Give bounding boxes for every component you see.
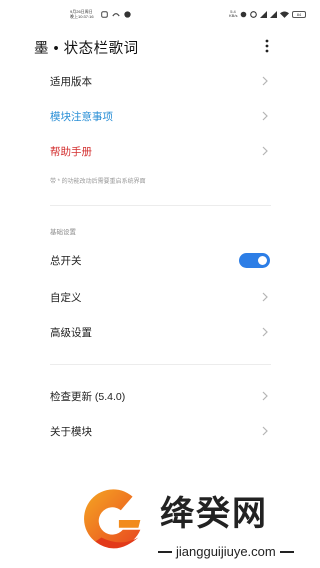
section-header-basic: 基础设置 [50,229,76,236]
app-notify-icon [124,11,131,18]
more-vertical-icon[interactable] [264,39,270,53]
chevron-right-icon [262,146,268,156]
setting-custom[interactable]: 自定义 [0,282,320,312]
chevron-right-icon [262,391,268,401]
section-divider [50,205,271,206]
signal-icon-1 [260,10,267,18]
watermark-logo-icon [84,489,141,549]
setting-label: 总开关 [50,255,82,267]
restart-note: 带 * 的功能改动后需要重启系统界面 [50,179,146,185]
section-divider [50,364,271,365]
status-bar: 9月26日周日 晚上10:37:16 5.4 KB/s 84 [0,0,320,26]
battery-icon: 84 [292,10,306,18]
menu-item-about-module[interactable]: 关于模块 [0,416,320,446]
status-left-icons [101,11,131,18]
chevron-right-icon [262,76,268,86]
setting-master-switch[interactable]: 总开关 [0,245,320,275]
menu-item-label: 帮助手册 [50,146,92,158]
signal-icon-2 [270,10,277,18]
status-date-line2: 晚上10:37:16 [70,14,94,19]
chevron-right-icon [262,327,268,337]
menu-item-label: 模块注意事项 [50,111,113,123]
menu-item-supported-versions[interactable]: 适用版本 [0,66,320,96]
menu-item-help-manual[interactable]: 帮助手册 [0,136,320,166]
watermark: 绛癸网 jiangguijiuye.com [76,476,320,568]
watermark-rule [279,550,294,553]
status-right-icons: 5.4 KB/s 84 [229,10,306,18]
page-title: 墨 • 状态栏歌词 [34,41,139,57]
chevron-right-icon [262,292,268,302]
chevron-right-icon [262,426,268,436]
setting-label: 自定义 [50,292,82,304]
menu-item-label: 检查更新 (5.4.0) [50,391,126,403]
wifi-icon [280,11,289,18]
setting-advanced[interactable]: 高级设置 [0,317,320,347]
dnd-icon [250,10,257,18]
watermark-rule [158,550,172,553]
watermark-url: jiangguijiuye.com [158,544,294,559]
app-bar: 墨 • 状态栏歌词 [0,35,320,59]
watermark-url-text: jiangguijiuye.com [176,544,276,559]
alarm-icon [240,11,247,17]
master-switch-toggle[interactable] [239,253,270,268]
menu-item-label: 关于模块 [50,426,92,438]
net-speed: 5.4 KB/s [229,9,238,18]
hotspot-icon [112,13,120,17]
setting-label: 高级设置 [50,327,92,339]
chevron-right-icon [262,111,268,121]
status-date: 9月26日周日 晚上10:37:16 [70,9,100,19]
watermark-text: 绛癸网 [160,494,268,534]
toggle-knob [258,256,267,265]
menu-item-check-update[interactable]: 检查更新 (5.4.0) [0,381,320,411]
notification-icon [101,11,108,18]
menu-item-module-notes[interactable]: 模块注意事项 [0,101,320,131]
menu-item-label: 适用版本 [50,76,92,88]
